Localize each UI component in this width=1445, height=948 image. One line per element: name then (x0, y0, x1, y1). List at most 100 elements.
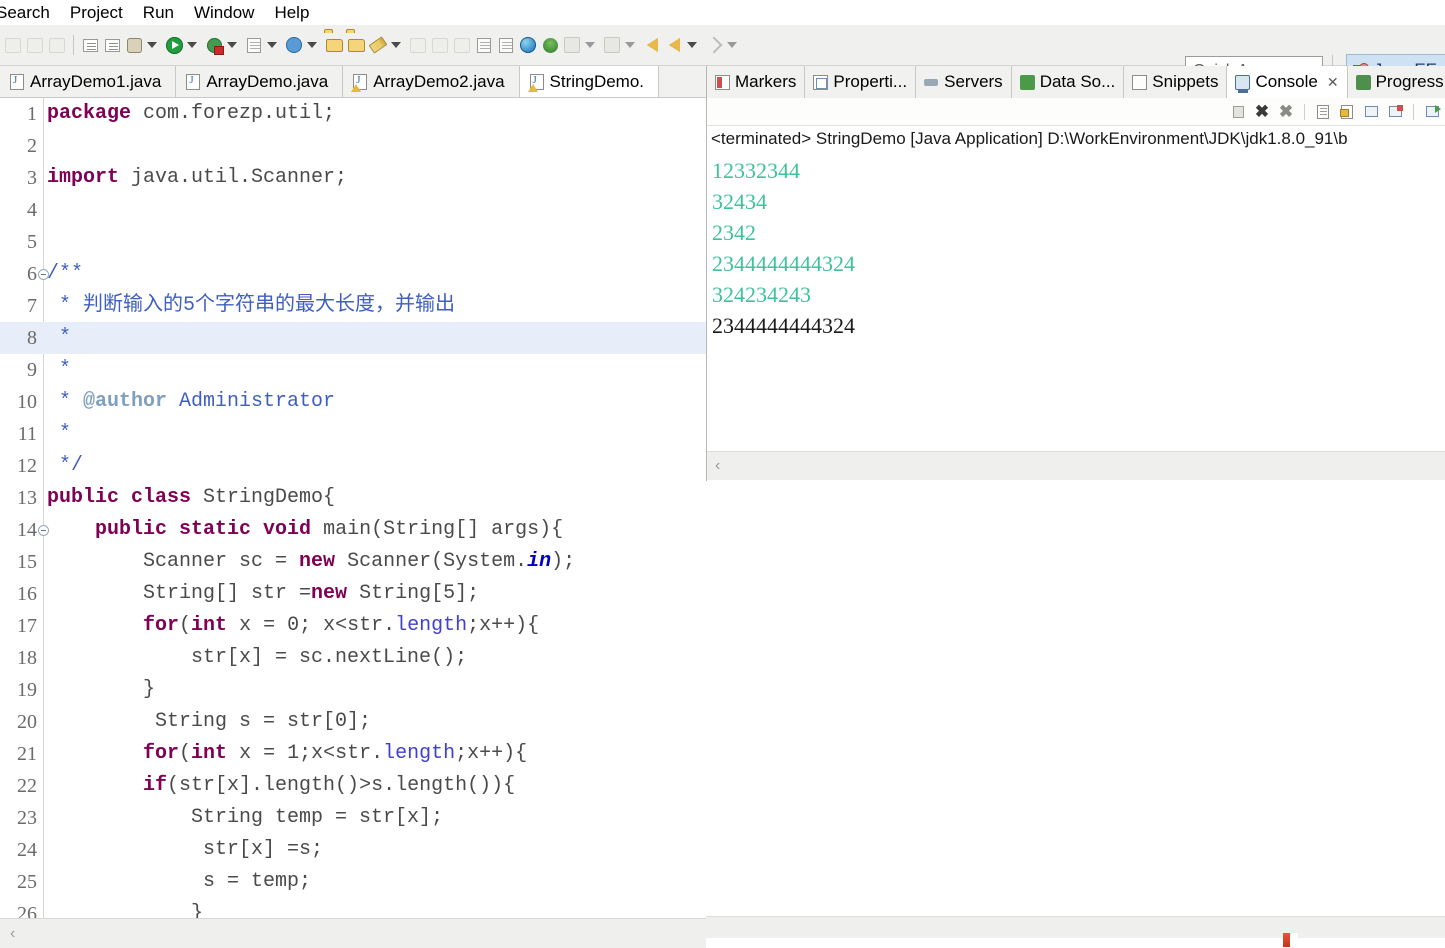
skip-breakpoints-icon[interactable] (429, 32, 451, 58)
code-line-text: public class StringDemo{ (47, 486, 336, 509)
save-icon[interactable] (2, 32, 24, 58)
code-line[interactable]: 14 public static void main(String[] args… (0, 514, 706, 546)
next-annotation-caret[interactable] (585, 42, 595, 48)
editor-tab-2[interactable]: ArrayDemo2.java (343, 66, 520, 98)
previous-annotation-icon[interactable] (601, 32, 623, 58)
next-annotation-icon[interactable] (561, 32, 583, 58)
run-person-icon[interactable] (539, 32, 561, 58)
debug-icon[interactable] (123, 32, 145, 58)
clear-console-icon[interactable] (1313, 102, 1333, 122)
code-line[interactable]: 2 (0, 130, 706, 162)
view-tab-progress[interactable]: Progress (1348, 66, 1445, 98)
toggle-icon[interactable] (451, 32, 473, 58)
back-dropdown-caret[interactable] (687, 42, 697, 48)
coverage-dropdown-caret[interactable] (227, 42, 237, 48)
code-line[interactable]: 24 str[x] =s; (0, 834, 706, 866)
code-line[interactable]: 10 * @author Administrator (0, 386, 706, 418)
display-selected-console-icon[interactable] (1361, 102, 1381, 122)
remove-all-terminated-icon[interactable]: ✖ (1276, 102, 1296, 122)
console-scroll-left-arrow[interactable]: ‹ (715, 457, 720, 475)
back-history-icon[interactable] (663, 32, 685, 58)
view-tab-properti[interactable]: Properti... (805, 66, 917, 98)
code-editor[interactable]: 1 package com.forezp.util; 2 3 import java.u… (0, 98, 706, 918)
new-element-alt-icon[interactable] (101, 32, 123, 58)
console-horizontal-scrollbar[interactable]: ‹ (707, 451, 1445, 480)
code-line[interactable]: 4 (0, 194, 706, 226)
code-line[interactable]: 6 /** (0, 258, 706, 290)
open-folder-icon[interactable] (345, 32, 367, 58)
code-line[interactable]: 3 import java.util.Scanner; (0, 162, 706, 194)
code-line[interactable]: 11 * (0, 418, 706, 450)
code-line[interactable]: 12 */ (0, 450, 706, 482)
console-launch-header: <terminated> StringDemo [Java Applicatio… (711, 129, 1348, 148)
new-server-icon[interactable] (243, 32, 265, 58)
code-line[interactable]: 19 } (0, 674, 706, 706)
editor-scroll-left-arrow[interactable]: ‹ (10, 925, 15, 943)
back-icon[interactable] (641, 32, 663, 58)
view-tab-dataso[interactable]: Data So... (1012, 66, 1125, 98)
code-line[interactable]: 13 public class StringDemo{ (0, 482, 706, 514)
terminate-icon[interactable]: ✖ (1252, 102, 1272, 122)
code-line[interactable]: 20 String s = str[0]; (0, 706, 706, 738)
view-tab-label: Properti... (833, 72, 908, 91)
menu-item-help[interactable]: Help (274, 3, 320, 23)
project-dropdown-caret[interactable] (307, 42, 317, 48)
run-icon[interactable] (163, 32, 185, 58)
editor-tab-3[interactable]: StringDemo. (519, 66, 660, 98)
code-line[interactable]: 5 (0, 226, 706, 258)
line-number: 3 (27, 167, 37, 189)
pin-console-icon[interactable] (1337, 102, 1357, 122)
debug-dropdown-caret[interactable] (147, 42, 157, 48)
view-tab-snippets[interactable]: Snippets (1124, 66, 1228, 98)
code-line-text: str[x] = sc.nextLine(); (47, 646, 468, 669)
code-line[interactable]: 17 for(int x = 0; x<str.length;x++){ (0, 610, 706, 642)
new-element-icon[interactable] (79, 32, 101, 58)
editor-horizontal-scrollbar[interactable]: ‹ (0, 918, 706, 948)
code-line[interactable]: 21 for(int x = 1;x<str.length;x++){ (0, 738, 706, 770)
menu-item-run[interactable]: Run (143, 3, 185, 23)
new-console-view-icon[interactable] (1422, 102, 1442, 122)
open-type-icon[interactable] (323, 32, 345, 58)
server-dropdown-caret[interactable] (267, 42, 277, 48)
code-line[interactable]: 7 * 判断输入的5个字符串的最大长度，并输出 (0, 290, 706, 322)
menu-item-window[interactable]: Window (194, 3, 265, 23)
close-icon[interactable]: ✕ (1327, 74, 1339, 91)
browser-icon[interactable] (517, 32, 539, 58)
taskbar-marker-red (1283, 933, 1290, 947)
save-as-icon[interactable] (46, 32, 68, 58)
view-tab-console[interactable]: Console ✕ (1227, 66, 1348, 98)
code-line[interactable]: 23 String temp = str[x]; (0, 802, 706, 834)
view-tab-markers[interactable]: Markers (707, 66, 806, 98)
code-line[interactable]: 18 str[x] = sc.nextLine(); (0, 642, 706, 674)
table-icon[interactable] (495, 32, 517, 58)
outline-icon[interactable] (473, 32, 495, 58)
menu-item-search[interactable]: Search (0, 3, 61, 23)
run-dropdown-caret[interactable] (187, 42, 197, 48)
search-icon[interactable] (407, 32, 429, 58)
java-file-icon (527, 74, 544, 92)
editor-tab-0[interactable]: ArrayDemo1.java (0, 66, 177, 98)
code-line[interactable]: 25 s = temp; (0, 866, 706, 898)
code-line[interactable]: 26 } (0, 898, 706, 918)
code-line[interactable]: 1 package com.forezp.util; (0, 98, 706, 130)
forward-icon[interactable] (703, 32, 725, 58)
save-all-icon[interactable] (24, 32, 46, 58)
code-line[interactable]: 15 Scanner sc = new Scanner(System.in); (0, 546, 706, 578)
code-line[interactable]: 9 * (0, 354, 706, 386)
open-console-icon[interactable] (1385, 102, 1405, 122)
menu-item-project[interactable]: Project (70, 3, 134, 23)
annotation-icon[interactable] (367, 32, 389, 58)
code-line[interactable]: 22 if(str[x].length()>s.length()){ (0, 770, 706, 802)
editor-tab-1[interactable]: ArrayDemo.java (176, 66, 344, 98)
code-line[interactable]: 8 * (0, 322, 706, 354)
code-text-area[interactable]: 1 package com.forezp.util; 2 3 import java.u… (0, 98, 706, 918)
console-output[interactable]: <terminated> StringDemo [Java Applicatio… (707, 126, 1445, 451)
forward-dropdown-caret[interactable] (727, 42, 737, 48)
annotation-dropdown-caret[interactable] (391, 42, 401, 48)
previous-annotation-caret[interactable] (625, 42, 635, 48)
code-line[interactable]: 16 String[] str =new String[5]; (0, 578, 706, 610)
scroll-lock-icon[interactable] (1228, 102, 1248, 122)
coverage-icon[interactable] (203, 32, 225, 58)
view-tab-servers[interactable]: Servers (916, 66, 1012, 98)
new-java-project-icon[interactable] (283, 32, 305, 58)
